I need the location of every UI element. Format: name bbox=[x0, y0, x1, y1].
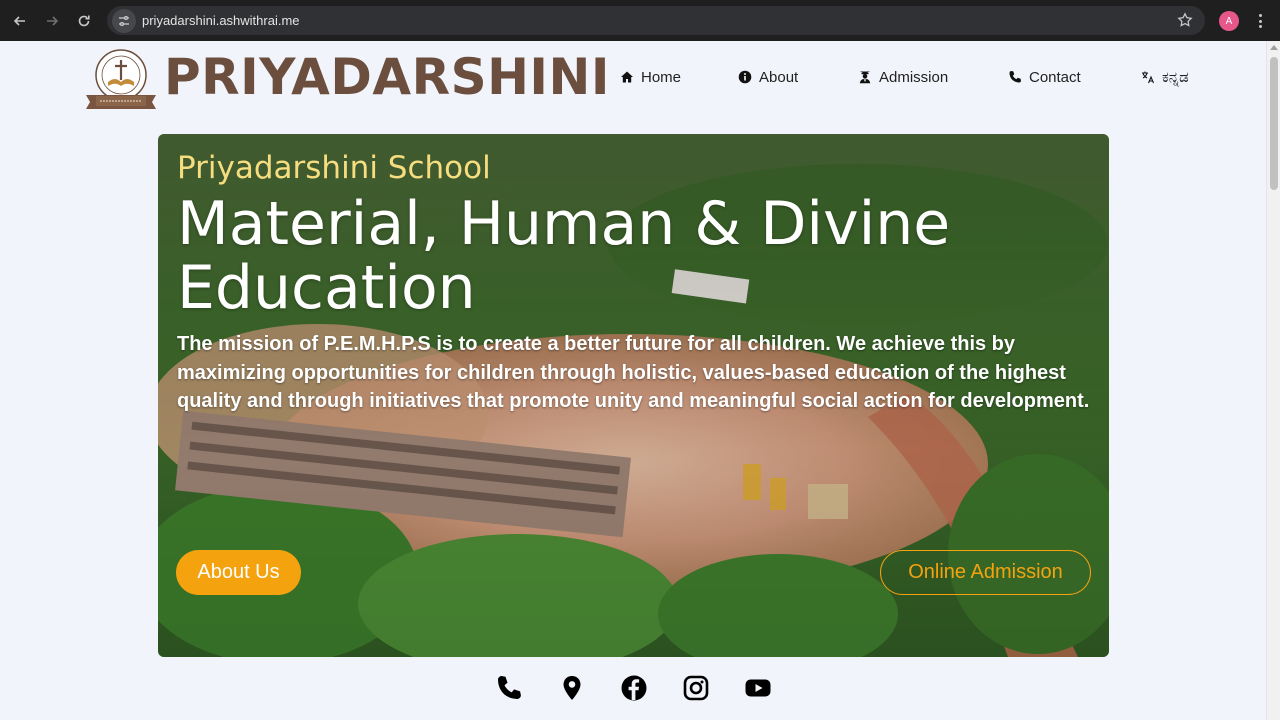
address-bar[interactable]: priyadarshini.ashwithrai.me bbox=[107, 6, 1205, 35]
hero-description: The mission of P.E.M.H.P.S is to create … bbox=[177, 333, 1090, 412]
browser-menu-icon[interactable] bbox=[1252, 12, 1268, 30]
instagram-icon[interactable] bbox=[682, 674, 710, 702]
translate-icon bbox=[1142, 71, 1155, 84]
bookmark-star-icon[interactable] bbox=[1177, 12, 1193, 28]
page-scrollbar[interactable] bbox=[1266, 41, 1280, 720]
scroll-up-arrow-icon[interactable] bbox=[1270, 45, 1278, 50]
forward-button[interactable] bbox=[36, 5, 68, 37]
scrollbar-thumb[interactable] bbox=[1270, 57, 1278, 190]
arrow-right-icon bbox=[47, 15, 59, 26]
site-info-icon[interactable] bbox=[112, 8, 136, 33]
about-us-button[interactable]: About Us bbox=[176, 550, 301, 595]
hero-kicker: Priyadarshini School bbox=[177, 150, 491, 186]
nav-admission-label: Admission bbox=[879, 68, 949, 86]
nav-contact[interactable]: Contact bbox=[1008, 62, 1081, 92]
phone-icon[interactable] bbox=[495, 674, 523, 702]
nav-home[interactable]: Home bbox=[620, 62, 681, 92]
youtube-icon[interactable] bbox=[744, 674, 772, 702]
browser-toolbar: priyadarshini.ashwithrai.me A bbox=[0, 0, 1280, 41]
location-pin-icon[interactable] bbox=[558, 674, 586, 702]
nav-about[interactable]: About bbox=[738, 62, 798, 92]
facebook-icon[interactable] bbox=[620, 674, 648, 702]
site-brand[interactable]: PRIYADARSHINI bbox=[164, 46, 610, 108]
nav-language-toggle[interactable]: ಕನ್ನಡ bbox=[1141, 62, 1189, 92]
nav-contact-label: Contact bbox=[1029, 68, 1081, 86]
nav-home-label: Home bbox=[641, 68, 682, 86]
profile-avatar[interactable]: A bbox=[1219, 11, 1239, 31]
hero-title: Material, Human & Divine Education bbox=[177, 189, 951, 323]
reload-icon bbox=[78, 15, 90, 26]
graduate-icon bbox=[859, 71, 871, 84]
back-button[interactable] bbox=[4, 5, 36, 37]
nav-about-label: About bbox=[759, 68, 799, 86]
reload-button[interactable] bbox=[68, 5, 100, 37]
url-text[interactable]: priyadarshini.ashwithrai.me bbox=[142, 13, 300, 28]
nav-admission[interactable]: Admission bbox=[858, 62, 948, 92]
phone-icon bbox=[1009, 71, 1021, 83]
arrow-left-icon bbox=[13, 15, 25, 26]
school-emblem-logo[interactable] bbox=[82, 48, 160, 111]
online-admission-button[interactable]: Online Admission bbox=[880, 550, 1091, 595]
nav-language-label: ಕನ್ನಡ bbox=[1162, 68, 1189, 86]
info-icon bbox=[738, 70, 752, 84]
hero-banner: Priyadarshini School Material, Human & D… bbox=[158, 134, 1109, 657]
home-icon bbox=[621, 71, 633, 83]
